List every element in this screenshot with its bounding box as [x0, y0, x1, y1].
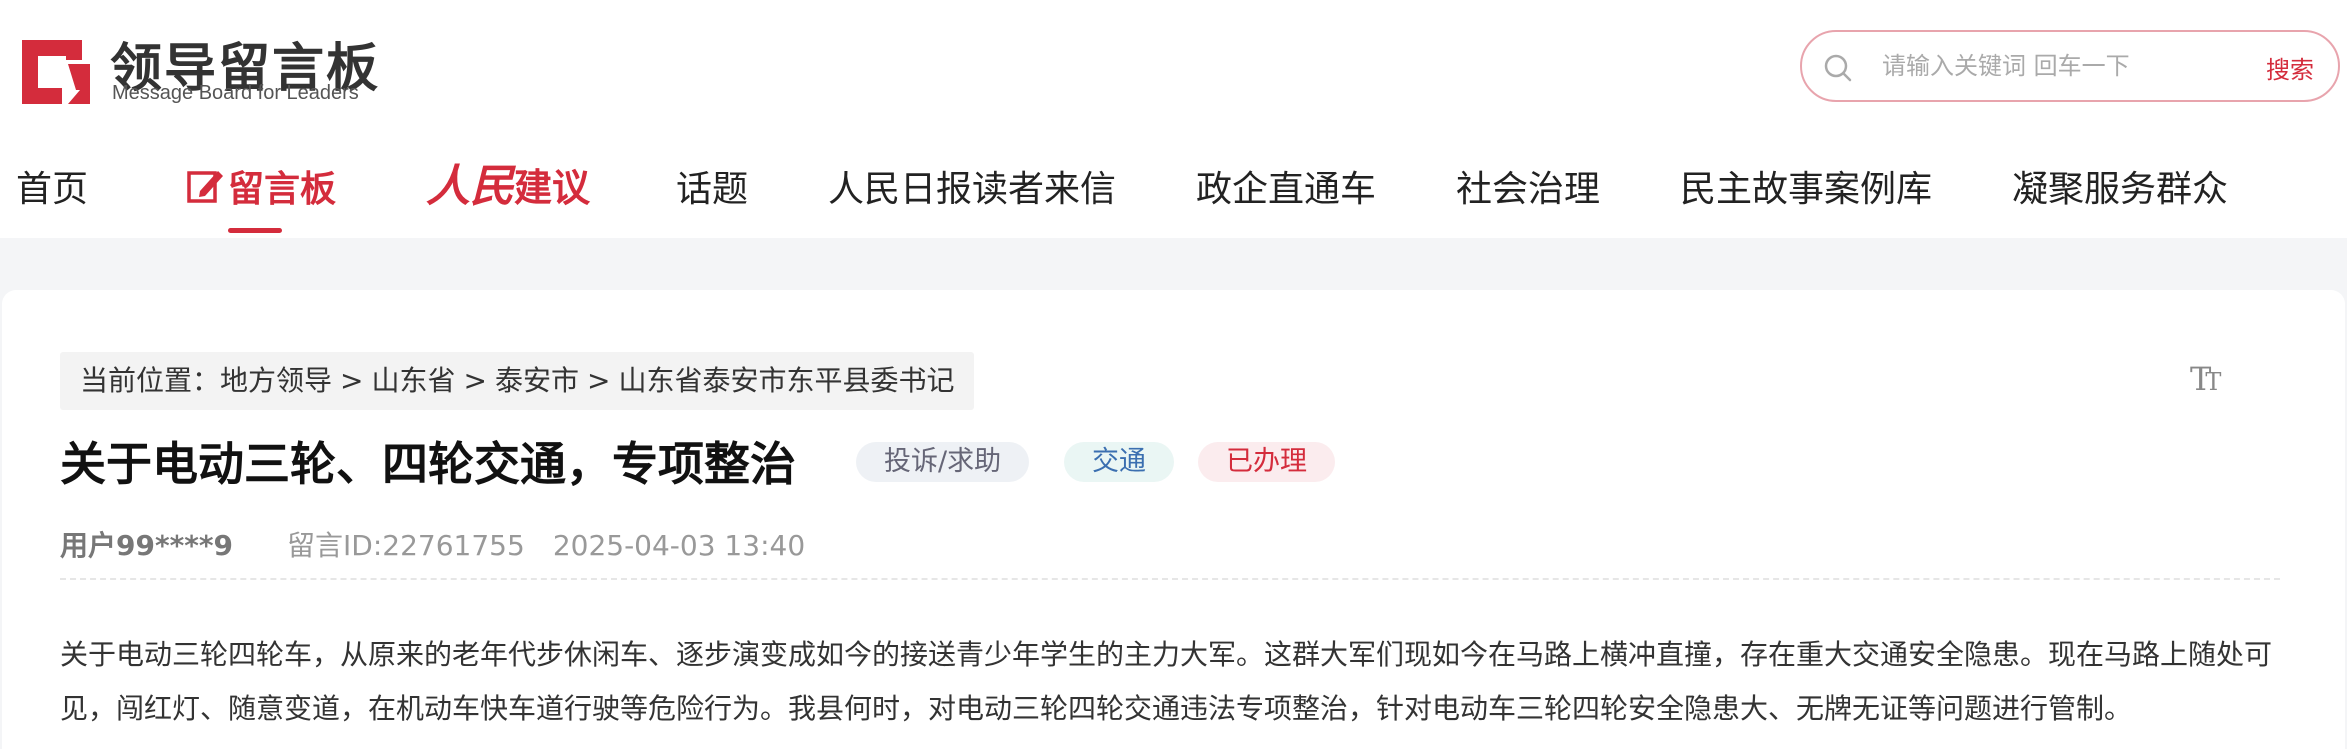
message-id: 留言ID:22761755	[287, 529, 525, 562]
status-badge: 已办理	[1198, 442, 1335, 482]
logo-mark-icon	[22, 40, 90, 104]
search-icon	[1824, 54, 1852, 82]
message-datetime: 2025-04-03 13:40	[552, 529, 806, 562]
search-button[interactable]: 搜索	[2266, 50, 2314, 85]
nav-item-topics[interactable]: 话题	[676, 160, 748, 212]
breadcrumb: 当前位置：地方领导 > 山东省 > 泰安市 > 山东省泰安市东平县委书记	[60, 352, 975, 410]
font-size-big-letter: T	[2190, 360, 2211, 398]
nav-item-serve-masses[interactable]: 凝聚服务群众	[2012, 160, 2228, 212]
message-body: 关于电动三轮四轮车，从原来的老年代步休闲车、逐步演变成如今的接送青少年学生的主力…	[60, 638, 2273, 725]
nav-item-message-board[interactable]: 留言板	[186, 160, 336, 212]
breadcrumb-separator: >	[340, 364, 364, 397]
search-box: 搜索	[1800, 30, 2340, 102]
breadcrumb-item-local-leaders[interactable]: 地方领导	[220, 364, 332, 397]
search-input[interactable]	[1882, 46, 2222, 86]
nav-item-message-board-label: 留言板	[228, 169, 337, 210]
site-header: 领导留言板 Message Board for Leaders 搜索 首页 留言…	[0, 0, 2347, 238]
nav-item-people-suggestion-label-b: 建议	[514, 166, 591, 210]
message-type-badge: 投诉/求助	[856, 442, 1030, 482]
breadcrumb-separator: >	[587, 364, 611, 397]
breadcrumb-prefix: 当前位置：	[80, 364, 221, 397]
nav-item-social-governance[interactable]: 社会治理	[1456, 160, 1600, 212]
site-logo[interactable]: 领导留言板 Message Board for Leaders	[18, 28, 398, 110]
breadcrumb-item-province[interactable]: 山东省	[372, 364, 456, 397]
edit-icon	[187, 171, 223, 203]
message-title: 关于电动三轮、四轮交通，专项整治	[60, 437, 796, 491]
breadcrumb-item-leader[interactable]: 山东省泰安市东平县委书记	[618, 364, 954, 397]
nav-item-democracy-cases[interactable]: 民主故事案例库	[1680, 160, 1932, 212]
message-field-badge: 交通	[1064, 442, 1174, 482]
nav-item-people-suggestion-label-a: 人民	[426, 161, 514, 212]
breadcrumb-item-city[interactable]: 泰安市	[495, 364, 579, 397]
meta-divider	[60, 578, 2280, 580]
main-nav: 首页 留言板 人民建议 话题 人民日报读者来信 政企直通车 社会治理 民主故事案…	[0, 150, 2347, 233]
nav-item-readers-letters[interactable]: 人民日报读者来信	[828, 160, 1116, 212]
nav-item-gov-enterprise[interactable]: 政企直通车	[1196, 160, 1376, 212]
logo-title-en: Message Board for Leaders	[112, 82, 359, 104]
nav-item-people-suggestion[interactable]: 人民建议	[426, 150, 591, 212]
font-size-small-letter: T	[2205, 368, 2221, 396]
breadcrumb-separator: >	[463, 364, 487, 397]
font-size-icon[interactable]: TT	[2190, 360, 2221, 398]
message-author: 用户99****9	[60, 529, 234, 562]
message-meta: 用户99****9 留言ID:22761755 2025-04-03 13:40	[60, 524, 805, 564]
nav-active-indicator	[228, 228, 282, 233]
nav-item-home[interactable]: 首页	[16, 160, 88, 212]
